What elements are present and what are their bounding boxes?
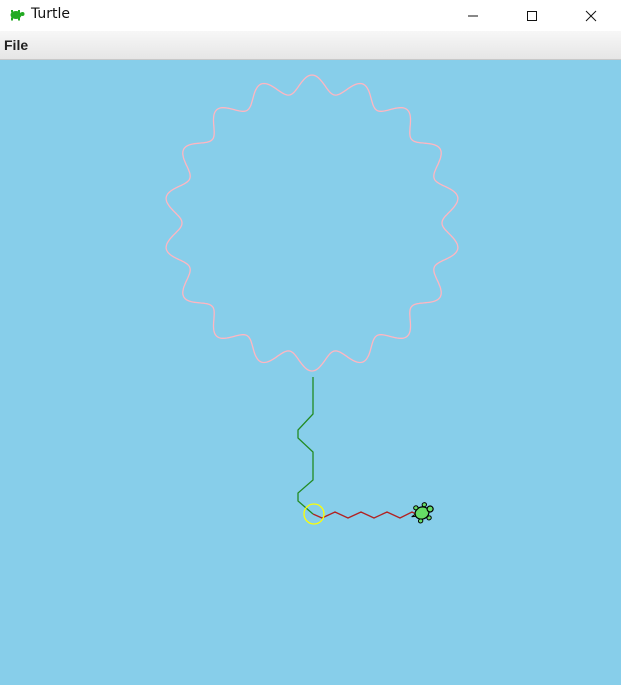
close-icon	[585, 10, 597, 22]
turtle-window: Turtle File	[0, 0, 621, 685]
turtle-drawing	[165, 74, 459, 525]
maximize-button[interactable]	[509, 0, 555, 31]
turtle-canvas[interactable]	[0, 60, 621, 685]
minimize-icon	[467, 10, 479, 22]
flower-outline	[165, 74, 459, 372]
close-button[interactable]	[568, 0, 614, 31]
menu-bar: File	[0, 31, 621, 60]
turtle-icon	[7, 8, 25, 22]
minimize-button[interactable]	[450, 0, 496, 31]
title-bar[interactable]: Turtle	[0, 0, 621, 31]
menu-file[interactable]: File	[4, 37, 28, 53]
window-title: Turtle	[31, 6, 71, 22]
maximize-icon	[526, 10, 538, 22]
zigzag-line	[312, 511, 419, 519]
stem-line	[297, 377, 314, 515]
